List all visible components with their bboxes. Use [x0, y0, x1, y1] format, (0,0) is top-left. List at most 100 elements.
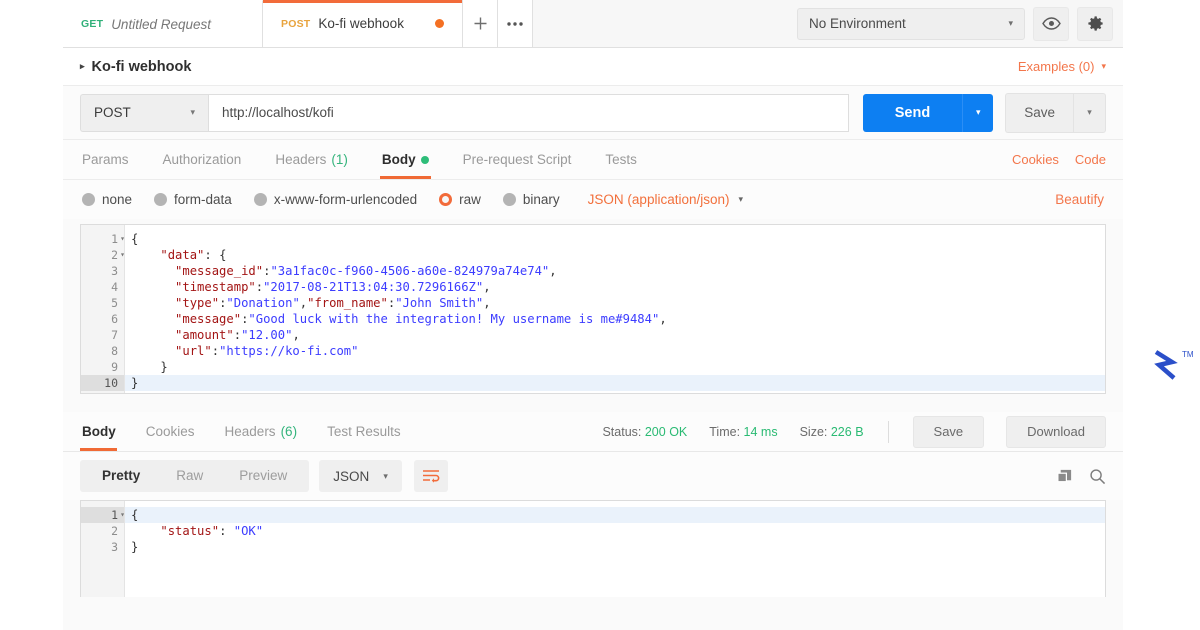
expand-triangle-icon[interactable]: ▸: [80, 61, 85, 72]
page-title: Ko-fi webhook: [91, 58, 192, 75]
copy-icon: [1057, 469, 1072, 482]
request-url-input[interactable]: http://localhost/kofi: [208, 93, 849, 132]
code-line[interactable]: {: [125, 507, 1105, 523]
breadcrumb[interactable]: ▸ Ko-fi webhook: [80, 59, 191, 75]
response-format-value: JSON: [333, 468, 370, 484]
code-line[interactable]: "amount":"12.00",: [125, 327, 1105, 343]
response-editor-code[interactable]: { "status": "OK"}: [125, 501, 1105, 597]
request-tabs-right-links: Cookies Code: [1012, 140, 1106, 179]
code-line[interactable]: "type":"Donation","from_name":"John Smit…: [125, 295, 1105, 311]
save-response-button[interactable]: Save: [912, 415, 985, 448]
body-type-label: form-data: [174, 192, 232, 207]
send-button[interactable]: Send: [862, 93, 963, 132]
status-label: Status:: [602, 424, 642, 439]
examples-dropdown[interactable]: Examples (0) ▾: [1018, 59, 1106, 74]
code-line[interactable]: }: [125, 375, 1105, 391]
response-tab-headers[interactable]: Headers (6): [210, 412, 313, 451]
content-type-select[interactable]: JSON (application/json) ▾: [588, 192, 743, 207]
tab-pre-request-script[interactable]: Pre-request Script: [446, 140, 589, 179]
tab-headers[interactable]: Headers (1): [258, 140, 365, 179]
save-request-button[interactable]: Save: [1005, 92, 1073, 133]
view-pretty-button[interactable]: Pretty: [84, 460, 158, 492]
request-editor-code[interactable]: { "data": { "message_id":"3a1fac0c-f960-…: [125, 225, 1105, 393]
word-wrap-button[interactable]: [413, 460, 448, 492]
body-type-none[interactable]: none: [82, 192, 132, 207]
view-preview-button[interactable]: Preview: [221, 460, 305, 492]
environment-select[interactable]: No Environment ▾: [797, 7, 1025, 40]
send-options-button[interactable]: ▾: [962, 93, 994, 132]
save-options-button[interactable]: ▾: [1073, 92, 1106, 133]
code-line[interactable]: "message_id":"3a1fac0c-f960-4506-a60e-82…: [125, 263, 1105, 279]
code-line[interactable]: {: [125, 231, 1105, 247]
line-number: 2 ▾: [111, 248, 125, 262]
http-method-select[interactable]: POST ▾: [80, 93, 208, 132]
trademark-label: TM: [1182, 350, 1194, 359]
request-tab-untitled[interactable]: GET Untitled Request: [63, 0, 263, 47]
search-icon: [1090, 468, 1106, 484]
response-tab-body[interactable]: Body: [80, 412, 131, 451]
tab-title: Untitled Request: [111, 16, 211, 32]
line-number: 1 ▾: [111, 232, 125, 246]
line-number: 5: [111, 296, 118, 310]
copy-button[interactable]: [1056, 468, 1073, 485]
status-badge: 200 OK: [644, 424, 688, 439]
code-line[interactable]: "data": {: [125, 247, 1105, 263]
tab-label: Pre-request Script: [462, 152, 572, 167]
response-view-segmented-control: Pretty Raw Preview: [80, 460, 310, 492]
code-link[interactable]: Code: [1075, 152, 1106, 167]
tab-body[interactable]: Body: [365, 140, 446, 179]
response-tab-cookies[interactable]: Cookies: [131, 412, 210, 451]
tab-label: Body: [381, 152, 416, 167]
body-type-raw[interactable]: raw: [439, 192, 481, 207]
code-line[interactable]: "url":"https://ko-fi.com": [125, 343, 1105, 359]
size-label: Size:: [799, 424, 828, 439]
chevron-down-icon: ▾: [738, 194, 744, 204]
new-tab-button[interactable]: [463, 0, 498, 47]
tab-authorization[interactable]: Authorization: [146, 140, 259, 179]
beautify-button[interactable]: Beautify: [1055, 192, 1104, 207]
body-type-label: raw: [459, 192, 481, 207]
tab-params[interactable]: Params: [80, 140, 146, 179]
response-tab-test-results[interactable]: Test Results: [312, 412, 416, 451]
line-number: 9: [111, 360, 118, 374]
code-line[interactable]: "status": "OK": [125, 523, 1105, 539]
cookies-link[interactable]: Cookies: [1012, 152, 1059, 167]
tab-label: Headers: [224, 424, 276, 439]
response-meta: Status: 200 OK Time: 14 ms Size: 226 B S…: [602, 412, 1106, 451]
code-line[interactable]: }: [125, 539, 1105, 555]
body-type-binary[interactable]: binary: [502, 192, 560, 207]
radio-icon-selected: [439, 193, 453, 206]
line-number: 3: [111, 540, 118, 554]
environment-quick-look-button[interactable]: [1033, 6, 1069, 41]
ellipsis-icon: [507, 21, 523, 26]
response-body-editor[interactable]: 1 ▾ 2 3 { "status": "OK"}: [80, 500, 1106, 597]
radio-icon: [502, 193, 516, 206]
code-line[interactable]: "message":"Good luck with the integratio…: [125, 311, 1105, 327]
tab-tests[interactable]: Tests: [588, 140, 654, 179]
chevron-down-icon: ▾: [975, 107, 981, 117]
body-type-urlencoded[interactable]: x-www-form-urlencoded: [253, 192, 418, 207]
search-button[interactable]: [1089, 468, 1106, 485]
send-button-group: Send ▾: [862, 93, 994, 132]
body-type-label: none: [102, 192, 133, 207]
tab-label: Headers: [275, 152, 327, 167]
watermark-logo-icon: [1154, 350, 1178, 380]
body-type-form-data[interactable]: form-data: [154, 192, 232, 207]
body-type-label: x-www-form-urlencoded: [273, 192, 418, 207]
line-number: 4: [111, 280, 118, 294]
code-line[interactable]: }: [125, 359, 1105, 375]
tab-label: Authorization: [162, 152, 242, 167]
settings-button[interactable]: [1077, 6, 1113, 41]
status-metric: Status: 200 OK: [602, 425, 687, 439]
tab-bar-filler: [533, 0, 797, 47]
request-body-editor[interactable]: 1 ▾ 2 ▾ 3 4 5 6 7 8 9 10 { "data": { "message_id":"…: [80, 224, 1106, 394]
environment-area: No Environment ▾: [797, 0, 1123, 47]
response-format-select[interactable]: JSON ▾: [319, 460, 402, 492]
code-line[interactable]: "timestamp":"2017-08-21T13:04:30.7296166…: [125, 279, 1105, 295]
view-raw-button[interactable]: Raw: [158, 460, 221, 492]
tab-options-button[interactable]: [498, 0, 533, 47]
response-view-toolbar: Pretty Raw Preview JSON ▾: [63, 452, 1123, 500]
request-tab-kofi-webhook[interactable]: POST Ko-fi webhook: [263, 0, 463, 47]
download-response-button[interactable]: Download: [1006, 415, 1106, 448]
response-section-tabs: Body Cookies Headers (6) Test Results St…: [63, 412, 1123, 452]
